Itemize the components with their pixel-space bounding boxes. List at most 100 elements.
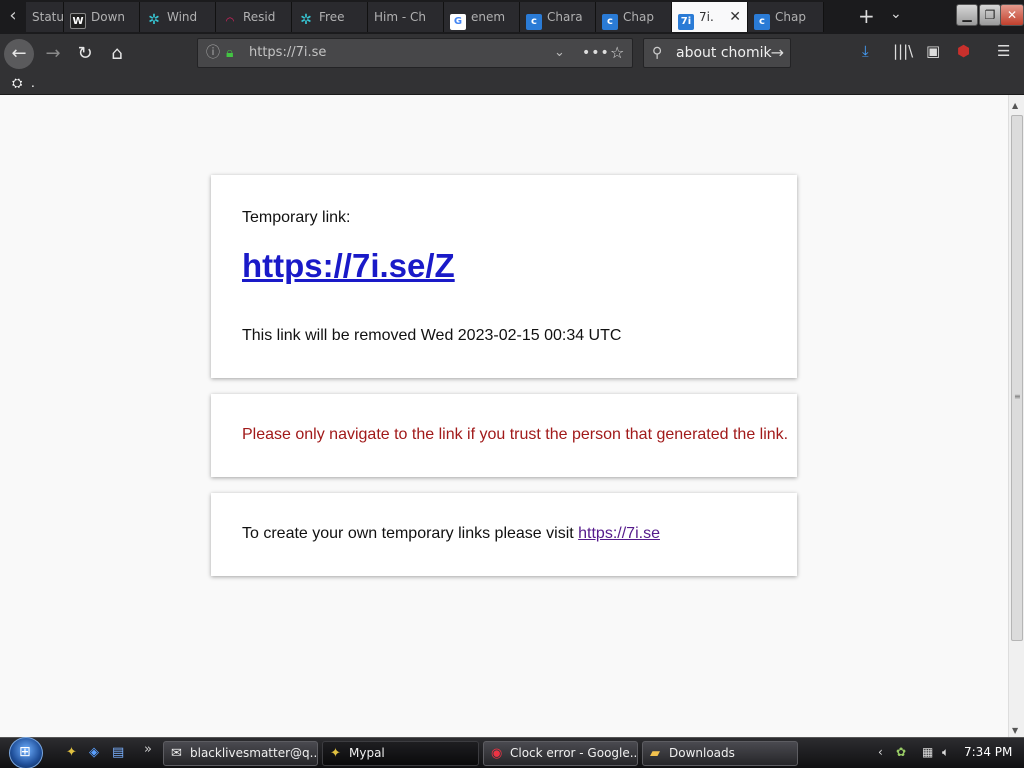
tab-strip: ‹ Statu W Down ✲ Wind ◠ Resid ✲ Free Him - C…	[0, 0, 1024, 34]
tab-windows[interactable]: ✲ Wind	[140, 2, 216, 32]
chrome-icon: ◉	[491, 746, 503, 761]
search-input[interactable]: about chomik	[676, 39, 772, 67]
tab-label: Chap	[623, 10, 654, 24]
7i-icon: 7i	[678, 14, 694, 30]
start-button[interactable]: ⊞	[9, 737, 43, 768]
tab-label: Chara	[547, 10, 583, 24]
navigation-toolbar: ← → ↻ ⌂ ⓘ 🔒︎ https://7i.se ⌄ ••• ☆ ⚲ abo…	[0, 34, 1024, 74]
tray-expand-icon[interactable]: ‹	[878, 745, 883, 759]
tab-label: 7i.	[699, 10, 714, 24]
bookmark-item-icon[interactable]: ⛭	[12, 76, 22, 91]
taskbar-item-mypal[interactable]: ✦ Mypal	[322, 741, 479, 766]
tab-label: Chap	[775, 10, 806, 24]
download-icon[interactable]: ⤓	[862, 42, 869, 60]
info-icon[interactable]: ⓘ	[206, 39, 220, 67]
network-icon[interactable]: ▦	[922, 745, 933, 759]
menu-hamburger-icon[interactable]: ☰	[997, 42, 1010, 60]
scroll-down-icon[interactable]: ▼	[1012, 726, 1018, 735]
task-label: Clock error - Google...	[510, 746, 638, 760]
quicklaunch-app-icon[interactable]: ✦	[66, 745, 77, 760]
tab-him[interactable]: Him - Ch	[368, 2, 444, 32]
mypal-icon: ✦	[330, 746, 341, 761]
tab-downloads[interactable]: W Down	[64, 2, 140, 32]
tab-label: Statu	[32, 10, 64, 24]
quicklaunch-more-icon[interactable]: »	[144, 742, 152, 757]
tab-label: Free	[319, 10, 345, 24]
vertical-scrollbar[interactable]: ▲ ≡ ▼	[1008, 95, 1024, 737]
tab-status[interactable]: Statu	[26, 2, 64, 32]
folder-icon: ▰	[650, 746, 660, 761]
task-label: Mypal	[349, 746, 385, 760]
tab-google[interactable]: Genem	[444, 2, 520, 32]
scrollbar-thumb[interactable]: ≡	[1011, 115, 1023, 641]
cyan-puzzle-icon: ✲	[148, 12, 160, 28]
tab-label: Resid	[243, 10, 276, 24]
page-viewport: Temporary link: https://7i.se/Z This lin…	[0, 95, 1008, 737]
bookmark-star-icon[interactable]: ☆	[610, 39, 624, 67]
address-bar[interactable]: ⓘ 🔒︎ https://7i.se ⌄ ••• ☆	[197, 38, 633, 68]
reload-icon[interactable]: ↻	[70, 39, 100, 69]
expiry-text: This link will be removed Wed 2023-02-15…	[242, 327, 622, 344]
taskbar-item-mail[interactable]: ✉ blacklivesmatter@q...	[163, 741, 318, 766]
tab-free[interactable]: ✲ Free	[292, 2, 368, 32]
tab-label: Him - Ch	[374, 10, 426, 24]
scroll-up-icon[interactable]: ▲	[1012, 101, 1018, 110]
task-label: Downloads	[669, 746, 735, 760]
quicklaunch-browser-icon[interactable]: ◈	[89, 745, 99, 760]
grip-icon: ≡	[1014, 392, 1021, 401]
create-prefix: To create your own temporary links pleas…	[242, 525, 579, 542]
cf-icon: c	[754, 14, 770, 30]
bookmark-item-label[interactable]: .	[31, 76, 35, 90]
create-text: To create your own temporary links pleas…	[242, 525, 660, 543]
temporary-link-label: Temporary link:	[242, 209, 351, 226]
tab-scroll-left-icon[interactable]: ‹	[0, 0, 26, 34]
home-icon[interactable]: ⌂	[102, 39, 132, 69]
page-actions-icon[interactable]: •••	[582, 39, 610, 67]
cf-icon: c	[526, 14, 542, 30]
tab-chap-2[interactable]: c Chap	[748, 2, 824, 32]
task-label: blacklivesmatter@q...	[190, 746, 318, 760]
minimize-icon[interactable]: ▁	[956, 4, 978, 26]
tab-label: Down	[91, 10, 126, 24]
bookmarks-toolbar: ⛭ .	[0, 74, 1024, 95]
ublock-icon[interactable]: ⬢	[957, 42, 970, 60]
tab-7i-active[interactable]: 7i 7i. ✕	[672, 2, 748, 32]
tab-chara[interactable]: c Chara	[520, 2, 596, 32]
create-link[interactable]: https://7i.se	[578, 525, 660, 542]
library-icon[interactable]: |||\	[893, 42, 913, 60]
rainbow-icon: ◠	[226, 16, 234, 27]
warning-card: Please only navigate to the link if you …	[211, 394, 797, 477]
search-bar[interactable]: ⚲ about chomik →	[643, 38, 791, 68]
url-text[interactable]: https://7i.se	[249, 39, 326, 67]
forward-arrow-icon[interactable]: →	[38, 39, 68, 69]
search-go-arrow-icon[interactable]: →	[771, 39, 784, 67]
tab-chap[interactable]: c Chap	[596, 2, 672, 32]
lock-icon[interactable]: 🔒︎	[226, 39, 233, 67]
link-card: Temporary link: https://7i.se/Z This lin…	[211, 175, 797, 378]
taskbar-item-downloads[interactable]: ▰ Downloads	[642, 741, 798, 766]
mail-icon: ✉	[171, 746, 182, 761]
taskbar-item-chrome[interactable]: ◉ Clock error - Google...	[483, 741, 638, 766]
close-tab-icon[interactable]: ✕	[729, 2, 741, 32]
tray-app-icon[interactable]: ✿	[896, 745, 906, 759]
tab-label: enem	[471, 10, 506, 24]
taskbar: ⊞ ✦ ◈ ▤ » ✉ blacklivesmatter@q... ✦ Mypal …	[0, 737, 1024, 768]
show-desktop-icon[interactable]: ▤	[112, 745, 124, 760]
volume-icon[interactable]: 🔈︎	[942, 745, 949, 760]
chevron-down-icon[interactable]: ⌄	[890, 6, 902, 22]
search-icon: ⚲	[652, 45, 663, 61]
cf-icon: c	[602, 14, 618, 30]
google-icon: G	[450, 14, 466, 30]
wordpress-icon: W	[70, 13, 86, 29]
temporary-link[interactable]: https://7i.se/Z	[242, 247, 455, 285]
cyan-puzzle-icon: ✲	[300, 12, 312, 28]
back-arrow-icon[interactable]: ←	[4, 39, 34, 69]
new-tab-icon[interactable]: +	[858, 4, 875, 28]
chevron-down-icon[interactable]: ⌄	[554, 39, 565, 67]
warning-text: Please only navigate to the link if you …	[242, 426, 789, 443]
close-window-icon[interactable]: ✕	[1000, 4, 1024, 26]
tab-resid[interactable]: ◠ Resid	[216, 2, 292, 32]
clock[interactable]: 7:34 PM	[964, 745, 1012, 759]
sidebar-icon[interactable]: ▣	[926, 42, 940, 60]
restore-icon[interactable]: ❐	[979, 4, 1001, 26]
